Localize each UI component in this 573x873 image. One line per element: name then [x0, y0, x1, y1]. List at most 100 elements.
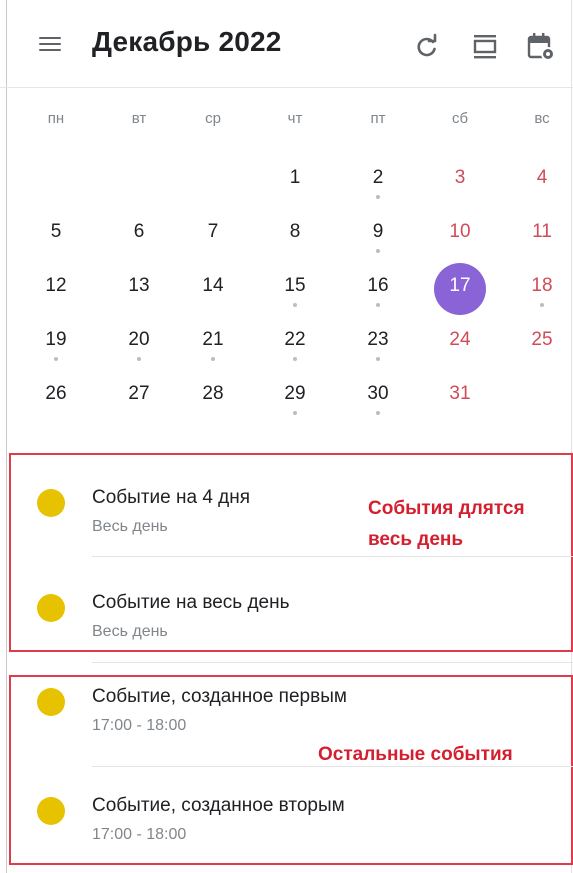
day-number: 3: [454, 167, 466, 188]
event-time: Весь день: [92, 623, 168, 640]
view-toggle-icon[interactable]: [470, 32, 500, 62]
menu-icon[interactable]: [34, 31, 64, 57]
day-number: 9: [372, 221, 384, 242]
day-cell[interactable]: 20: [111, 317, 167, 367]
day-number: 14: [202, 275, 224, 296]
refresh-icon[interactable]: [412, 32, 442, 62]
weekday-label: вт: [131, 110, 147, 127]
day-cell[interactable]: 19: [28, 317, 84, 367]
event-item-other-1[interactable]: Событие, созданное первым 17:00 - 18:00: [0, 666, 573, 746]
weekday-label: вс: [534, 110, 550, 127]
day-cell[interactable]: 29: [267, 371, 323, 421]
day-cell[interactable]: 6: [111, 209, 167, 259]
event-title: Событие, созданное первым: [92, 686, 347, 707]
day-cell[interactable]: 26: [28, 371, 84, 421]
day-number: 8: [289, 221, 301, 242]
day-cell[interactable]: 4: [514, 155, 570, 205]
day-cell[interactable]: 8: [267, 209, 323, 259]
day-cell[interactable]: 16: [350, 263, 406, 313]
day-cell[interactable]: 14: [185, 263, 241, 313]
day-cell[interactable]: 11: [514, 209, 570, 259]
day-cell[interactable]: 7: [185, 209, 241, 259]
day-cell-today[interactable]: 17: [432, 263, 488, 315]
event-indicator-dot: [376, 303, 380, 307]
day-cell[interactable]: 18: [514, 263, 570, 313]
weekday-label: пт: [370, 110, 386, 127]
day-cell[interactable]: 5: [28, 209, 84, 259]
event-time: 17:00 - 18:00: [92, 826, 187, 843]
event-color-dot: [37, 688, 65, 716]
event-color-dot: [37, 797, 65, 825]
day-cell[interactable]: 15: [267, 263, 323, 313]
day-number: 4: [536, 167, 548, 188]
day-number: 11: [532, 221, 552, 242]
day-number: 16: [367, 275, 389, 296]
event-indicator-dot: [376, 249, 380, 253]
event-indicator-dot: [293, 411, 297, 415]
day-number: 22: [284, 329, 306, 350]
day-number: 20: [128, 329, 150, 350]
event-item-all-day-2[interactable]: Событие на весь день Весь день: [0, 572, 573, 652]
day-number: 12: [45, 275, 67, 296]
event-indicator-dot: [376, 411, 380, 415]
annotation-all-day-line1: События длятся: [368, 498, 525, 519]
day-cell[interactable]: 23: [350, 317, 406, 367]
event-title: Событие, созданное вторым: [92, 795, 345, 816]
day-cell[interactable]: 24: [432, 317, 488, 367]
day-number: 15: [284, 275, 306, 296]
day-cell[interactable]: 25: [514, 317, 570, 367]
event-time: 17:00 - 18:00: [92, 717, 187, 734]
event-indicator-dot: [540, 303, 544, 307]
day-cell[interactable]: 13: [111, 263, 167, 313]
day-cell[interactable]: 28: [185, 371, 241, 421]
day-number: 6: [133, 221, 145, 242]
day-cell[interactable]: 22: [267, 317, 323, 367]
day-number: 21: [202, 329, 224, 350]
day-number: 18: [531, 275, 553, 296]
annotation-all-day-line2: весь день: [368, 529, 464, 550]
day-cell[interactable]: 2: [350, 155, 406, 205]
day-cell[interactable]: 21: [185, 317, 241, 367]
day-number: 13: [128, 275, 150, 296]
day-cell[interactable]: 12: [28, 263, 84, 313]
event-time: Весь день: [92, 518, 168, 535]
day-cell[interactable]: 3: [432, 155, 488, 205]
day-number: 2: [372, 167, 384, 188]
day-number: 26: [45, 383, 67, 404]
section-divider: [92, 662, 573, 663]
event-color-dot: [37, 489, 65, 517]
day-cell[interactable]: 1: [267, 155, 323, 205]
weekday-row: пн вт ср чт пт сб вс: [0, 110, 573, 140]
day-cell[interactable]: 10: [432, 209, 488, 259]
calendar-settings-icon[interactable]: [526, 32, 556, 62]
day-number: 30: [367, 383, 389, 404]
day-number: 10: [449, 221, 471, 242]
day-number: 17: [449, 275, 471, 296]
day-number: 28: [202, 383, 224, 404]
day-number: 24: [449, 329, 471, 350]
weekday-label: чт: [287, 110, 303, 127]
day-cell[interactable]: 27: [111, 371, 167, 421]
event-indicator-dot: [293, 357, 297, 361]
event-title: Событие на весь день: [92, 592, 290, 613]
event-item-other-2[interactable]: Событие, созданное вторым 17:00 - 18:00: [0, 775, 573, 855]
event-indicator-dot: [137, 357, 141, 361]
event-indicator-dot: [293, 303, 297, 307]
event-indicator-dot: [376, 195, 380, 199]
day-number: 19: [45, 329, 67, 350]
month-title: Декабрь 2022: [92, 26, 282, 57]
event-divider: [92, 556, 573, 557]
weekday-label: ср: [205, 110, 221, 127]
day-cell[interactable]: 9: [350, 209, 406, 259]
day-cell[interactable]: 31: [432, 371, 488, 421]
day-number: 7: [207, 221, 219, 242]
day-number: 1: [289, 167, 301, 188]
event-indicator-dot: [54, 357, 58, 361]
event-color-dot: [37, 594, 65, 622]
day-number: 5: [50, 221, 62, 242]
day-number: 31: [449, 383, 471, 404]
day-cell[interactable]: 30: [350, 371, 406, 421]
event-indicator-dot: [376, 357, 380, 361]
day-number: 25: [531, 329, 553, 350]
event-title: Событие на 4 дня: [92, 487, 251, 508]
